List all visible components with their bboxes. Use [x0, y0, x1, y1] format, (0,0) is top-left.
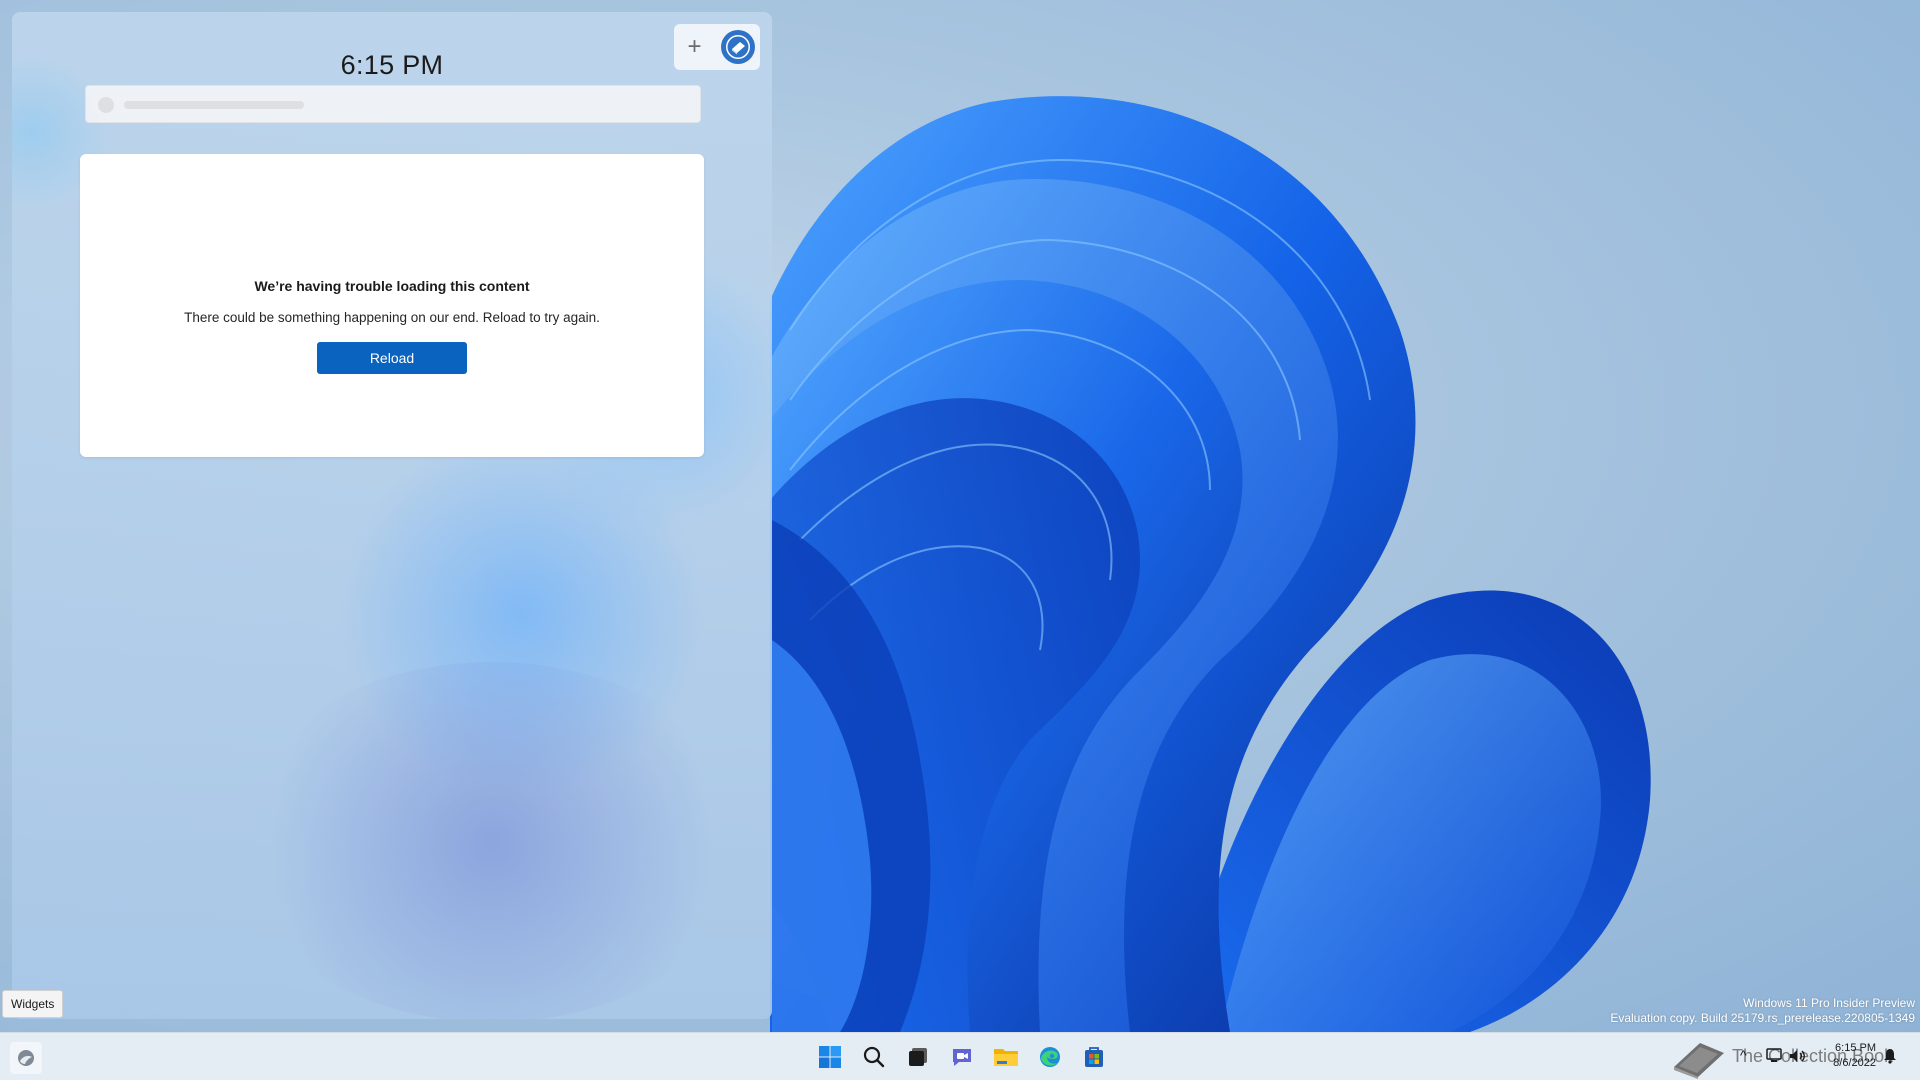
tray-clock[interactable]: 6:15 PM 8/6/2022 — [1808, 1041, 1876, 1071]
edge-button[interactable] — [1032, 1039, 1068, 1075]
panel-time: 6:15 PM — [340, 50, 444, 80]
taskbar: The Collection Book ^ 6:15 PM 8/6/2022 — [0, 1032, 1920, 1080]
book-logo-icon — [1674, 1043, 1724, 1079]
search-button[interactable] — [856, 1039, 892, 1075]
tray-date: 8/6/2022 — [1833, 1057, 1876, 1069]
profile-avatar[interactable] — [720, 30, 755, 64]
show-hidden-icons-chevron-icon[interactable]: ^ — [1740, 1047, 1747, 1063]
tray-time: 6:15 PM — [1835, 1042, 1876, 1054]
watermark-line-2: Evaluation copy. Build 25179.rs_prerelea… — [1610, 1011, 1915, 1025]
reload-button[interactable]: Reload — [317, 342, 467, 374]
file-explorer-button[interactable] — [988, 1039, 1024, 1075]
store-icon — [1085, 1047, 1103, 1067]
edge-icon — [1040, 1047, 1060, 1067]
error-description: There could be something happening on ou… — [184, 310, 600, 325]
task-view-button[interactable] — [900, 1039, 936, 1075]
chat-button[interactable] — [944, 1039, 980, 1075]
taskbar-pinned-apps — [812, 1039, 1112, 1075]
panel-actions: + — [674, 24, 760, 70]
error-title: We’re having trouble loading this conten… — [254, 278, 530, 294]
start-button[interactable] — [812, 1039, 848, 1075]
widgets-tooltip: Widgets — [2, 990, 64, 1018]
widgets-taskbar-button[interactable] — [10, 1042, 42, 1074]
task-view-icon — [909, 1048, 927, 1066]
error-card: We’re having trouble loading this conten… — [80, 154, 704, 457]
search-bar-placeholder — [85, 85, 701, 123]
file-explorer-icon — [994, 1049, 1018, 1066]
notification-bell-icon[interactable] — [1882, 1048, 1898, 1064]
chat-icon — [953, 1049, 971, 1066]
volume-icon[interactable] — [1788, 1047, 1806, 1065]
store-button[interactable] — [1076, 1039, 1112, 1075]
widgets-panel: 6:15 PM + We’re having trouble loading t… — [12, 12, 772, 1019]
loading-line — [124, 101, 304, 109]
evaluation-watermark: Windows 11 Pro Insider Preview Evaluatio… — [1610, 996, 1915, 1026]
book-avatar-icon — [725, 35, 750, 59]
loading-dot — [98, 97, 114, 113]
search-icon — [863, 1046, 885, 1068]
network-icon[interactable] — [1766, 1047, 1784, 1065]
watermark-line-1: Windows 11 Pro Insider Preview — [1743, 996, 1915, 1010]
add-widget-button[interactable]: + — [680, 32, 710, 62]
system-tray: The Collection Book ^ 6:15 PM 8/6/2022 — [1660, 1033, 1920, 1080]
widgets-icon — [18, 1050, 34, 1066]
start-icon — [819, 1046, 841, 1068]
